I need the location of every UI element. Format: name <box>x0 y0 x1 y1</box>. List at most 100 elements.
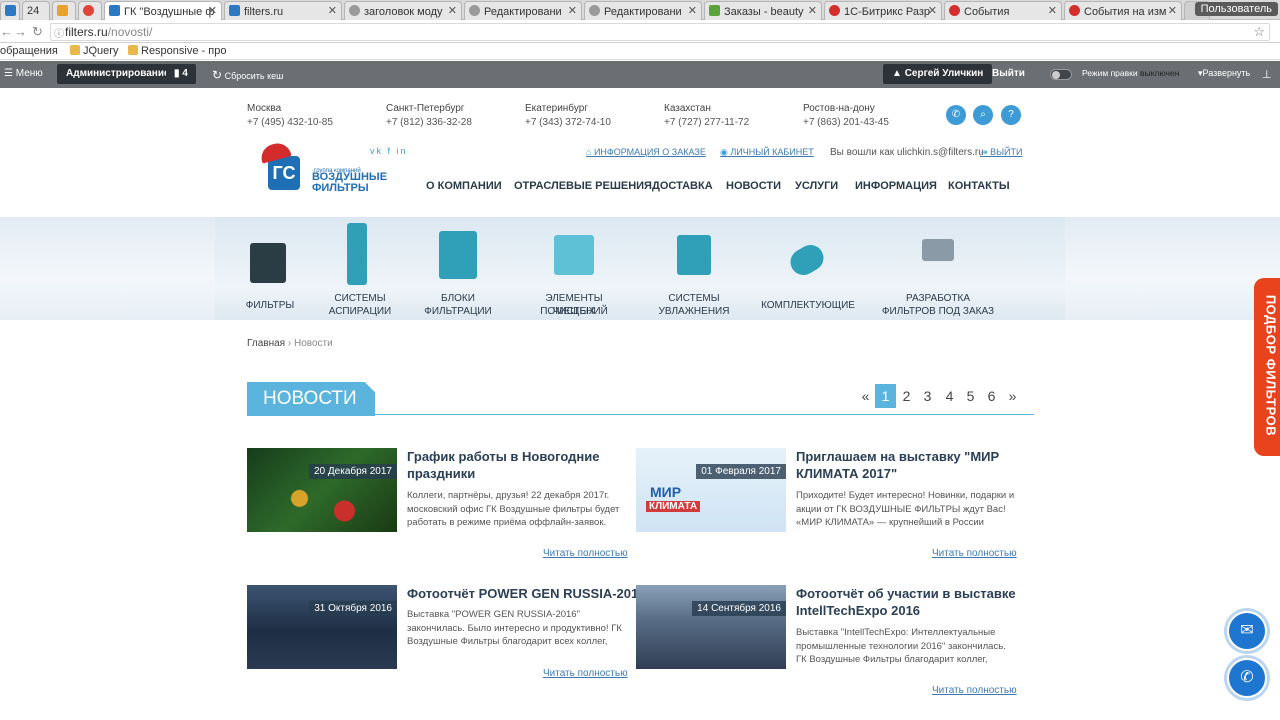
refresh-icon: ↻ <box>212 68 223 82</box>
read-more-link[interactable]: Читать полностью <box>932 548 1017 559</box>
close-icon[interactable]: ✕ <box>208 4 217 17</box>
edit-mode-toggle[interactable] <box>1050 69 1072 80</box>
phone-link[interactable]: +7 (812) 336-32-28 <box>386 117 472 128</box>
close-icon[interactable]: ✕ <box>1168 4 1177 17</box>
back-icon[interactable]: ← <box>0 24 13 39</box>
news-image[interactable]: 31 Октября 2016 <box>247 585 397 669</box>
info-icon[interactable]: ⓘ <box>54 25 64 40</box>
bookmark-item[interactable]: Responsive - про <box>128 45 226 57</box>
close-icon[interactable]: ✕ <box>688 4 697 17</box>
browser-tab[interactable]: 24 <box>22 1 50 20</box>
city-contact: Екатеринбург +7 (343) 372-74-10 <box>525 103 611 128</box>
news-title[interactable]: Приглашаем на выставку "МИР КЛИМАТА 2017" <box>796 448 999 482</box>
pager-page[interactable]: 2 <box>896 384 917 408</box>
browser-tab[interactable]: События ✕ <box>944 1 1062 20</box>
expand-button[interactable]: ▾Развернуть <box>1198 68 1250 79</box>
news-title[interactable]: Фотоотчёт об участии в выставке IntellTec… <box>796 585 1016 619</box>
pager-page[interactable]: 4 <box>939 384 960 408</box>
browser-tab[interactable] <box>0 1 20 20</box>
close-icon[interactable]: ✕ <box>808 4 817 17</box>
site-logo[interactable]: ГС группа компаний ВОЗДУШНЫЕ ФИЛЬТРЫ <box>258 140 388 197</box>
news-image[interactable]: 14 Сентября 2016 <box>636 585 786 669</box>
close-icon[interactable]: ✕ <box>328 4 337 17</box>
browser-tab[interactable]: 1С-Битрикс Разр ✕ <box>824 1 942 20</box>
browser-tab[interactable]: События на изм ✕ <box>1064 1 1182 20</box>
category-aspiration[interactable]: СИСТЕМЫ АСПИРАЦИИ <box>320 217 400 320</box>
menu-item-delivery[interactable]: ДОСТАВКА <box>652 180 713 192</box>
logout-button[interactable]: Выйти <box>992 68 1025 79</box>
browser-tab[interactable]: Заказы - beauty ✕ <box>704 1 822 20</box>
filter-selection-tab[interactable]: ПОДБОР ФИЛЬТРОВ <box>1254 278 1280 456</box>
browser-tab[interactable] <box>78 1 102 20</box>
news-image[interactable]: МИР КЛИМАТА 01 Февраля 2017 <box>636 448 786 532</box>
category-cleanrooms[interactable]: ЭЛЕМЕНТЫ ЧИСТЫХ ПОМЕЩЕНИЙ <box>524 217 624 320</box>
menu-item-services[interactable]: УСЛУГИ <box>795 180 838 192</box>
browser-tab[interactable] <box>52 1 76 20</box>
pager-page[interactable]: 1 <box>875 384 896 408</box>
news-title[interactable]: Фотоотчёт POWER GEN RUSSIA-2016 <box>407 585 645 602</box>
browser-tab[interactable]: Редактировани ✕ <box>584 1 702 20</box>
pager-page[interactable]: 6 <box>981 384 1002 408</box>
breadcrumb-home[interactable]: Главная <box>247 338 285 349</box>
social-icons[interactable]: vk f in <box>370 146 408 156</box>
tab-favicon-icon <box>949 5 960 16</box>
administration-button[interactable]: Администрирование <box>57 64 179 84</box>
profile-button[interactable]: Пользователь <box>1194 2 1278 16</box>
close-icon[interactable]: ✕ <box>928 4 937 17</box>
pager-next[interactable]: » <box>1002 384 1023 408</box>
close-icon[interactable]: ✕ <box>1048 4 1057 17</box>
menu-item-contacts[interactable]: КОНТАКТЫ <box>948 180 1010 192</box>
menu-item-solutions[interactable]: ОТРАСЛЕВЫЕ РЕШЕНИЯ <box>514 180 652 192</box>
reload-icon[interactable]: ↻ <box>32 24 43 40</box>
read-more-link[interactable]: Читать полностью <box>932 685 1017 696</box>
reset-cache-button[interactable]: ↻ Сбросить кеш <box>212 68 283 82</box>
pin-icon[interactable]: ⊥ <box>1262 68 1272 81</box>
user-button[interactable]: ▲ Сергей Уличкин <box>883 64 993 84</box>
phone-link[interactable]: +7 (495) 432-10-85 <box>247 117 333 128</box>
category-humidification[interactable]: СИСТЕМЫ УВЛАЖНЕНИЯ <box>654 217 734 320</box>
menu-item-info[interactable]: ИНФОРМАЦИЯ <box>855 180 937 192</box>
close-icon[interactable]: ✕ <box>448 4 457 17</box>
news-text: Приходите! Будет интересно! Новинки, под… <box>796 490 1015 528</box>
phone-link[interactable]: +7 (863) 201-43-45 <box>803 117 889 128</box>
close-icon[interactable]: ✕ <box>568 4 577 17</box>
category-filter-units[interactable]: БЛОКИ ФИЛЬТРАЦИИ <box>418 217 498 320</box>
read-more-link[interactable]: Читать полностью <box>543 668 628 679</box>
browser-tab-active[interactable]: ГК "Воздушные ф ✕ <box>104 1 222 20</box>
pager-page[interactable]: 3 <box>917 384 938 408</box>
menu-item-news[interactable]: НОВОСТИ <box>726 180 781 192</box>
bookmark-item[interactable]: JQuery <box>70 45 118 57</box>
category-components[interactable]: КОМПЛЕКТУЮЩИЕ <box>760 217 856 320</box>
news-image[interactable]: 20 Декабря 2017 <box>247 448 397 532</box>
order-icon: ⌂ <box>586 147 592 157</box>
notifications-button[interactable]: ▮ 4 <box>166 64 196 84</box>
admin-menu-button[interactable]: ☰ Меню <box>4 68 43 79</box>
search-icon[interactable]: ⌕ <box>973 105 993 125</box>
browser-tab[interactable]: filters.ru ✕ <box>224 1 342 20</box>
help-icon[interactable]: ? <box>1001 105 1021 125</box>
news-title[interactable]: График работы в Новогодние праздники <box>407 448 599 482</box>
phone-link[interactable]: +7 (727) 277-11-72 <box>664 117 749 128</box>
browser-tab[interactable]: заголовок моду ✕ <box>344 1 462 20</box>
callback-phone-icon[interactable]: ✆ <box>1227 658 1267 698</box>
forward-icon[interactable]: → <box>14 24 27 39</box>
tab-favicon-icon <box>469 5 480 16</box>
bookmark-item[interactable]: обращения <box>0 45 58 57</box>
cabinet-link[interactable]: ◉ ЛИЧНЫЙ КАБИНЕТ <box>720 147 814 158</box>
news-text: Выставка "POWER GEN RUSSIA-2016" закончи… <box>407 609 622 647</box>
pager-page[interactable]: 5 <box>960 384 981 408</box>
bookmark-star-icon[interactable]: ☆ <box>1253 24 1265 40</box>
exit-link[interactable]: ⇥ ВЫЙТИ <box>980 147 1022 158</box>
category-custom-filters[interactable]: РАЗРАБОТКА ФИЛЬТРОВ ПОД ЗАКАЗ <box>878 217 998 320</box>
url-input[interactable]: ⓘ filters.ru/novosti/ ☆ <box>50 23 1270 41</box>
phone-icon[interactable]: ✆ <box>946 105 966 125</box>
chat-icon[interactable]: ✉ <box>1227 611 1267 651</box>
order-info-link[interactable]: ⌂ ИНФОРМАЦИЯ О ЗАКАЗЕ <box>586 147 706 157</box>
category-filters[interactable]: ФИЛЬТРЫ <box>240 217 300 320</box>
pager-prev[interactable]: « <box>855 384 876 408</box>
news-date: 14 Сентября 2016 <box>692 601 786 616</box>
browser-tab[interactable]: Редактировани ✕ <box>464 1 582 20</box>
read-more-link[interactable]: Читать полностью <box>543 548 628 559</box>
phone-link[interactable]: +7 (343) 372-74-10 <box>525 117 611 128</box>
menu-item-about[interactable]: О КОМПАНИИ <box>426 180 502 192</box>
